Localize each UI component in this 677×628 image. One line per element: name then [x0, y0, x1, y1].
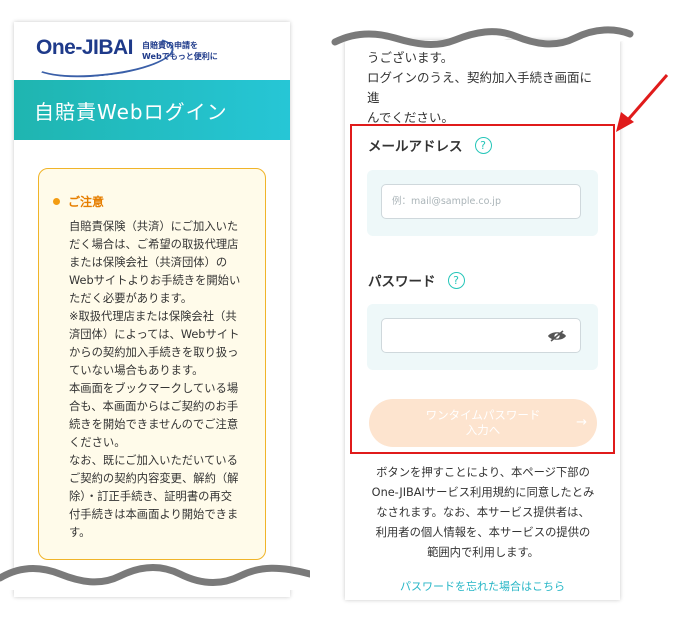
- terms-agreement-text: ボタンを押すことにより、本ページ下部の One-JIBAIサービス利用規約に同意…: [371, 466, 595, 559]
- bullet-dot-icon: [53, 198, 60, 205]
- login-page-top: One-JIBAI 自賠責の申請を Webでもっと便利に 自賠責Webログイン …: [14, 22, 290, 597]
- forgot-password-link[interactable]: パスワードを忘れた場合はこちら: [345, 578, 620, 594]
- notice-heading: ご注意: [53, 193, 253, 210]
- login-form-page: うございます。 ログインのうえ、契約加入手続き画面に進 んでください。 メールア…: [345, 40, 620, 600]
- password-label-text: パスワード: [368, 274, 436, 290]
- question-circle-icon[interactable]: ?: [474, 136, 492, 154]
- torn-edge-left: [0, 563, 310, 590]
- eye-slash-icon[interactable]: [547, 330, 567, 342]
- arrow-right-icon: →: [576, 415, 587, 430]
- logo-tagline-line-2: Webでもっと便利に: [142, 52, 218, 61]
- torn-edge-right: [325, 22, 635, 48]
- intro-text: うございます。 ログインのうえ、契約加入手続き画面に進 んでください。: [367, 50, 593, 125]
- email-field[interactable]: [381, 184, 581, 219]
- logo-tagline: 自賠責の申請を Webでもっと便利に: [142, 40, 218, 62]
- red-pointer-arrow-icon: [616, 74, 669, 132]
- email-label: メールアドレス ?: [368, 135, 492, 155]
- email-label-text: メールアドレス: [368, 139, 463, 155]
- email-field-wrap: [367, 170, 598, 236]
- logo[interactable]: One-JIBAI: [36, 36, 134, 60]
- password-label: パスワード ?: [368, 270, 465, 290]
- logo-tagline-line-1: 自賠責の申請を: [142, 41, 198, 50]
- page-title: 自賠責Webログイン: [14, 80, 290, 140]
- notice-heading-text: ご注意: [68, 195, 105, 209]
- notice-box: ご注意 自賠責保険（共済）にご加入いた だく場合は、ご希望の取扱代理店 または保…: [38, 168, 266, 560]
- password-field-wrap: [367, 304, 598, 370]
- otp-button-label: ワンタイムパスワード 入力へ: [425, 408, 541, 437]
- notice-body: 自賠責保険（共済）にご加入いた だく場合は、ご希望の取扱代理店 または保険会社（…: [69, 220, 241, 539]
- header-logo-bar: One-JIBAI 自賠責の申請を Webでもっと便利に: [14, 22, 290, 84]
- otp-button[interactable]: ワンタイムパスワード 入力へ →: [369, 399, 597, 447]
- question-circle-icon[interactable]: ?: [447, 271, 465, 289]
